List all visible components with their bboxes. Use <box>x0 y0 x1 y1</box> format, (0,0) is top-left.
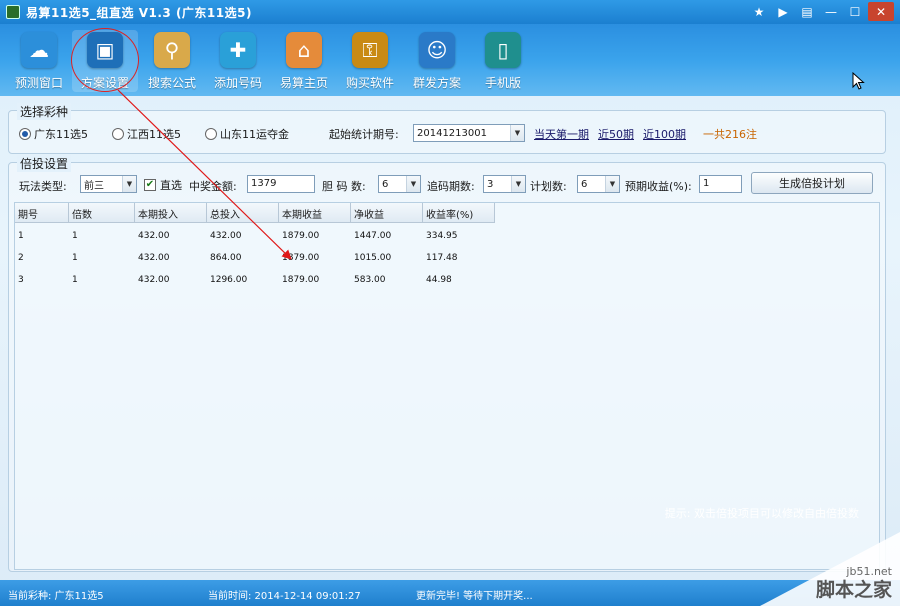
watermark-name: 脚本之家 <box>815 579 892 601</box>
col-header-total-cost[interactable]: 总投入 <box>207 203 279 223</box>
table-header: 期号 倍数 本期投入 总投入 本期收益 净收益 收益率(%) <box>15 203 495 223</box>
bet-count-select[interactable]: 6 ▼ <box>378 175 421 193</box>
start-issue-label: 起始统计期号: <box>329 128 399 141</box>
mobile-icon: ▯ <box>485 32 521 68</box>
radio-dot <box>205 128 217 140</box>
col-header-net-income[interactable]: 净收益 <box>351 203 423 223</box>
status-current-lottery: 当前彩种: 广东11选5 <box>8 591 104 602</box>
expected-return-label: 预期收益(%): <box>625 180 692 193</box>
app-logo-icon <box>6 5 20 19</box>
minimize-button[interactable]: — <box>820 2 842 21</box>
col-header-issue[interactable]: 期号 <box>15 203 69 223</box>
chevron-down-icon[interactable]: ▼ <box>406 176 420 192</box>
col-header-current-income[interactable]: 本期收益 <box>279 203 351 223</box>
col-header-current-cost[interactable]: 本期投入 <box>135 203 207 223</box>
toolbar-group-send[interactable]: ☺ 群发方案 <box>404 30 470 92</box>
cloud-icon: ☁ <box>21 32 57 68</box>
chevron-down-icon[interactable]: ▼ <box>510 125 524 141</box>
toolbar-mobile[interactable]: ▯ 手机版 <box>470 30 536 92</box>
play-type-select[interactable]: 前三 ▼ <box>80 175 137 193</box>
hint-text: 提示: 双击倍投项目可以修改自由倍投数 <box>664 507 859 520</box>
search-document-icon: ⚲ <box>154 32 190 68</box>
expected-return-input[interactable]: 1 <box>699 175 742 193</box>
group-icon: ☺ <box>419 32 455 68</box>
home-icon: ⌂ <box>286 32 322 68</box>
radio-jiangxi[interactable]: 江西11选5 <box>112 126 181 142</box>
key-icon: ⚿ <box>352 32 388 68</box>
checkmark-icon: ✔ <box>144 179 156 191</box>
main-toolbar: ☁ 预测窗口 ▣ 方案设置 ⚲ 搜索公式 ✚ 添加号码 ⌂ 易算主页 ⚿ 购买软… <box>0 24 900 96</box>
bet-plan-table[interactable]: 期号 倍数 本期投入 总投入 本期收益 净收益 收益率(%) 1 1 432.0… <box>14 202 880 570</box>
add-folder-icon: ✚ <box>220 32 256 68</box>
total-bets-text: 一共216注 <box>703 128 757 141</box>
toolbar-predict-window[interactable]: ☁ 预测窗口 <box>6 30 72 92</box>
close-button[interactable]: ✕ <box>868 2 894 21</box>
toolbar-buy-software[interactable]: ⚿ 购买软件 <box>337 30 403 92</box>
start-issue-select[interactable]: 20141213001 ▼ <box>413 124 525 142</box>
radio-shandong[interactable]: 山东11运夺金 <box>205 126 289 142</box>
favorite-icon[interactable]: ★ <box>748 2 770 21</box>
bet-group-title: 倍投设置 <box>17 155 72 172</box>
link-last-50[interactable]: 近50期 <box>598 126 634 142</box>
link-today-first[interactable]: 当天第一期 <box>534 126 589 142</box>
link-last-100[interactable]: 近100期 <box>643 126 686 142</box>
toolbar-plan-settings[interactable]: ▣ 方案设置 <box>72 30 138 92</box>
monitor-settings-icon: ▣ <box>87 32 123 68</box>
table-row[interactable]: 3 1 432.00 1296.00 1879.00 583.00 44.98 <box>15 269 495 291</box>
lottery-select-group: 选择彩种 广东11选5 江西11选5 山东11运夺金 起始统计期号: 20141… <box>8 103 886 154</box>
mouse-cursor-icon <box>852 72 865 90</box>
toolbar-add-number[interactable]: ✚ 添加号码 <box>205 30 271 92</box>
col-header-multiple[interactable]: 倍数 <box>69 203 135 223</box>
chase-periods-select[interactable]: 3 ▼ <box>483 175 526 193</box>
prize-amount-input[interactable]: 1379 <box>247 175 315 193</box>
chevron-down-icon[interactable]: ▼ <box>511 176 525 192</box>
play-type-label: 玩法类型: <box>19 180 67 193</box>
maximize-button[interactable]: ☐ <box>844 2 866 21</box>
radio-dot <box>19 128 31 140</box>
plan-count-select[interactable]: 6 ▼ <box>577 175 620 193</box>
chase-periods-label: 追码期数: <box>427 180 475 193</box>
app-window: 易算11选5_组直选 V1.3 (广东11选5) ★ ▶ ▤ — ☐ ✕ ☁ 预… <box>0 0 900 606</box>
radio-guangdong[interactable]: 广东11选5 <box>19 126 88 142</box>
title-bar[interactable]: 易算11选5_组直选 V1.3 (广东11选5) ★ ▶ ▤ — ☐ ✕ <box>0 0 900 24</box>
table-row[interactable]: 2 1 432.00 864.00 1879.00 1015.00 117.48 <box>15 247 495 269</box>
play-icon[interactable]: ▶ <box>772 2 794 21</box>
col-header-return-rate[interactable]: 收益率(%) <box>423 203 495 223</box>
status-update-message: 更新完毕! 等待下期开奖... <box>416 591 533 602</box>
bet-count-label: 胆 码 数: <box>322 180 366 193</box>
table-row[interactable]: 1 1 432.00 432.00 1879.00 1447.00 334.95 <box>15 225 495 247</box>
plan-count-label: 计划数: <box>530 180 567 193</box>
radio-dot <box>112 128 124 140</box>
direct-checkbox[interactable]: ✔ 直选 <box>144 177 182 193</box>
lottery-group-title: 选择彩种 <box>17 103 72 120</box>
chevron-down-icon[interactable]: ▼ <box>122 176 136 192</box>
generate-plan-button[interactable]: 生成倍投计划 <box>751 172 873 194</box>
toolbar-home[interactable]: ⌂ 易算主页 <box>271 30 337 92</box>
window-title: 易算11选5_组直选 V1.3 (广东11选5) <box>26 5 252 20</box>
status-current-time: 当前时间: 2014-12-14 09:01:27 <box>208 591 361 602</box>
prize-amount-label: 中奖金额: <box>189 180 237 193</box>
window-controls: ★ ▶ ▤ — ☐ ✕ <box>748 2 894 21</box>
toolbar-search-formula[interactable]: ⚲ 搜索公式 <box>139 30 205 92</box>
menu-icon[interactable]: ▤ <box>796 2 818 21</box>
chevron-down-icon[interactable]: ▼ <box>605 176 619 192</box>
